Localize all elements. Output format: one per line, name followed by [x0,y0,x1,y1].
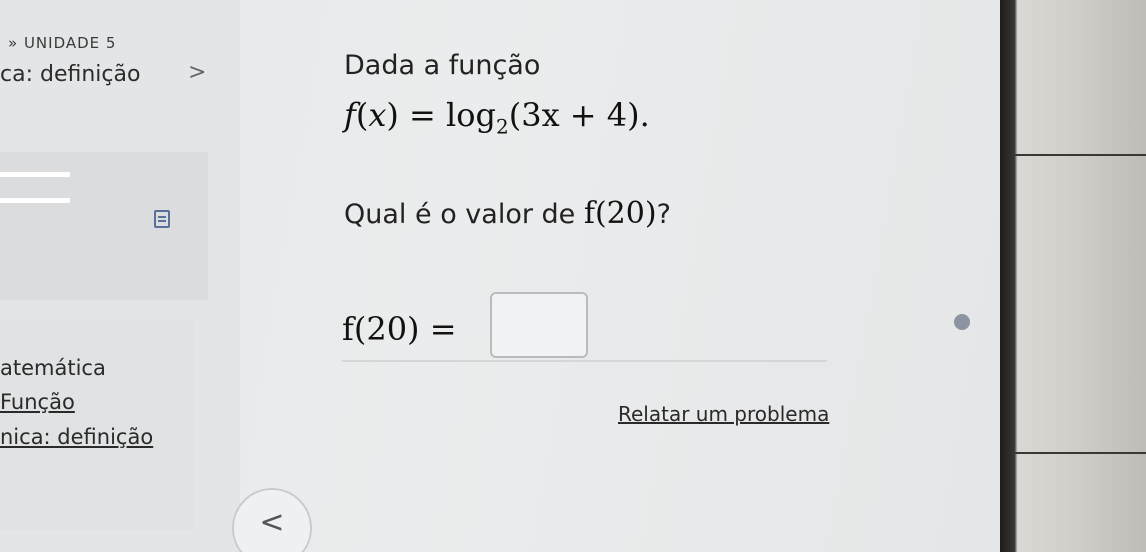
sidebar: » UNIDADE 5 ca: definição > atemática Fu… [0,0,240,552]
device-bezel [1000,0,1146,552]
chevron-left-icon: < [259,505,285,540]
answer-input[interactable] [490,292,588,358]
status-dot [954,314,970,330]
progress-bar [0,172,70,177]
section-title[interactable]: ca: definição [0,62,140,87]
prompt-end: ? [656,199,671,230]
back-button[interactable]: < [232,488,312,552]
unit-label: » UNIDADE 5 [8,34,117,52]
prompt-text: Qual é o valor de [344,199,576,230]
nav-link-funcao[interactable]: Função [0,390,75,414]
function-definition: f(x) = log2(3x + 4). [344,96,650,139]
question-intro: Dada a função [344,50,541,81]
log-argument: (3x + 4). [508,96,650,134]
function-name: f [344,96,356,134]
question-prompt: Qual é o valor de f(20)? [344,196,671,231]
document-icon[interactable] [154,210,170,228]
screen: » UNIDADE 5 ca: definição > atemática Fu… [0,0,1000,552]
bezel-divider [1015,154,1146,156]
function-variable: x [368,96,387,134]
nav-link-definicao[interactable]: nica: definição [0,425,153,449]
log-text: log [446,96,496,134]
answer-row: f(20) = [342,292,827,362]
report-problem-link[interactable]: Relatar um problema [618,402,829,426]
bezel-divider [1015,452,1146,454]
lesson-card[interactable] [0,152,208,300]
answer-label: f(20) = [342,310,457,348]
chevron-right-icon[interactable]: > [188,60,206,85]
progress-bar [0,198,70,203]
asked-value: f(20) [583,196,657,231]
log-base: 2 [496,114,509,139]
nav-link-matematica[interactable]: atemática [0,356,106,380]
